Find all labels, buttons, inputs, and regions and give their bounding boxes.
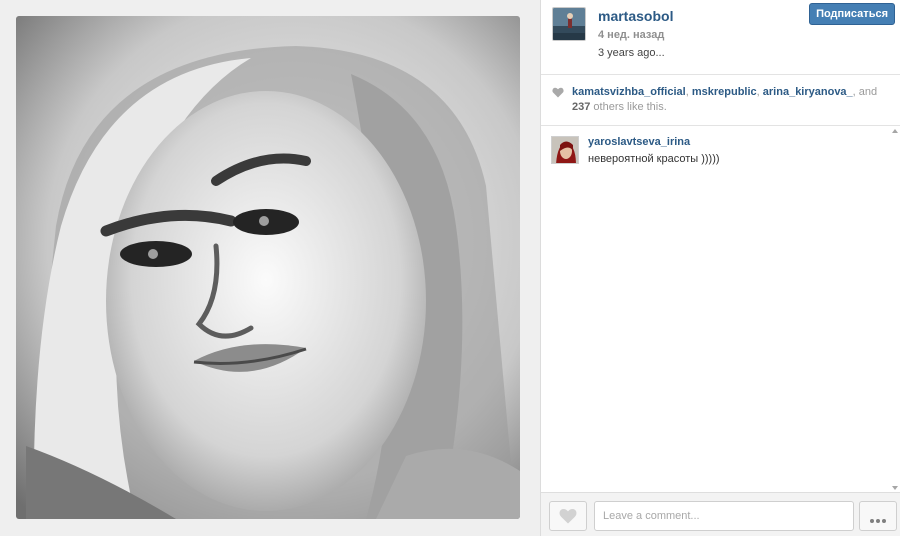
comment-input[interactable] (594, 501, 854, 531)
liker-link[interactable]: arina_kiryanova_ (763, 86, 853, 98)
heart-icon (552, 87, 564, 98)
scroll-down-icon[interactable] (892, 486, 898, 490)
post-caption: 3 years ago... (598, 47, 665, 59)
comment-footer (541, 492, 900, 536)
likes-count[interactable]: 237 (572, 101, 590, 113)
follow-button[interactable]: Подписаться (809, 3, 895, 25)
liker-link[interactable]: mskrepublic (692, 86, 757, 98)
commenter-avatar[interactable] (551, 136, 579, 164)
commenter-avatar-image (552, 137, 578, 163)
like-heart-icon (559, 509, 577, 524)
more-options-button[interactable] (859, 501, 897, 531)
like-button[interactable] (549, 501, 587, 531)
post-details-panel: martasobol 4 нед. назад 3 years ago... П… (540, 0, 900, 536)
comments-scrollbar[interactable] (892, 127, 898, 492)
avatar-image (553, 8, 585, 40)
comments-list: yaroslavtseva_irina невероятной красоты … (541, 127, 891, 492)
portrait-photo-image (16, 16, 520, 519)
comment-username[interactable]: yaroslavtseva_irina (588, 136, 690, 148)
post-header: martasobol 4 нед. назад 3 years ago... П… (541, 0, 900, 75)
post-timestamp[interactable]: 4 нед. назад (598, 29, 664, 41)
comment-item: yaroslavtseva_irina невероятной красоты … (551, 136, 881, 166)
post-username[interactable]: martasobol (598, 8, 673, 24)
likes-prefix: and (858, 86, 878, 98)
scroll-up-icon[interactable] (892, 129, 898, 133)
likes-section: kamatsvizhba_official, mskrepublic, arin… (541, 76, 900, 126)
likes-text: kamatsvizhba_official, mskrepublic, arin… (572, 85, 887, 115)
post-photo[interactable] (16, 16, 520, 519)
liker-link[interactable]: kamatsvizhba_official (572, 86, 686, 98)
photo-pane (0, 0, 540, 536)
avatar[interactable] (552, 7, 586, 41)
comment-text: невероятной красоты ))))) (588, 153, 720, 165)
more-dots-icon (869, 511, 887, 526)
likes-suffix: others like this. (593, 101, 667, 113)
